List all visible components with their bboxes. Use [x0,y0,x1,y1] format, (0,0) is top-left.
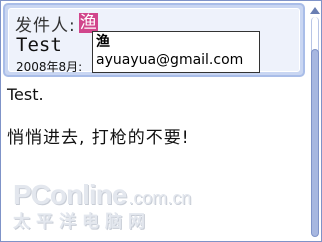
scroll-thumb[interactable] [311,49,319,237]
vertical-scrollbar[interactable] [309,3,321,239]
date-text: 2008年8月: [16,60,83,74]
scroll-up-arrow-icon[interactable] [310,7,320,14]
sender-tooltip: 渔 ayuayua@gmail.com [92,31,260,73]
watermark-brand: PConline [13,179,127,210]
tooltip-email: ayuayua@gmail.com [96,52,244,68]
message-body-line-2: 悄悄进去, 打枪的不要! [7,128,190,148]
from-row: 发件人: 渔 [15,11,98,36]
sender-name[interactable]: 渔 [78,13,98,33]
tooltip-name: 渔 [96,34,110,50]
from-label: 发件人: [15,15,76,36]
message-body-line-1: Test. [7,85,44,104]
watermark-logo: PConline .com.cn 太平洋电脑网 [13,179,191,232]
message-window: 发件人: 渔 Test 2008年8月: 渔 ayuayua@gmail.com… [0,0,322,242]
subject-text: Test [16,34,62,56]
watermark-domain: .com.cn [128,188,192,208]
